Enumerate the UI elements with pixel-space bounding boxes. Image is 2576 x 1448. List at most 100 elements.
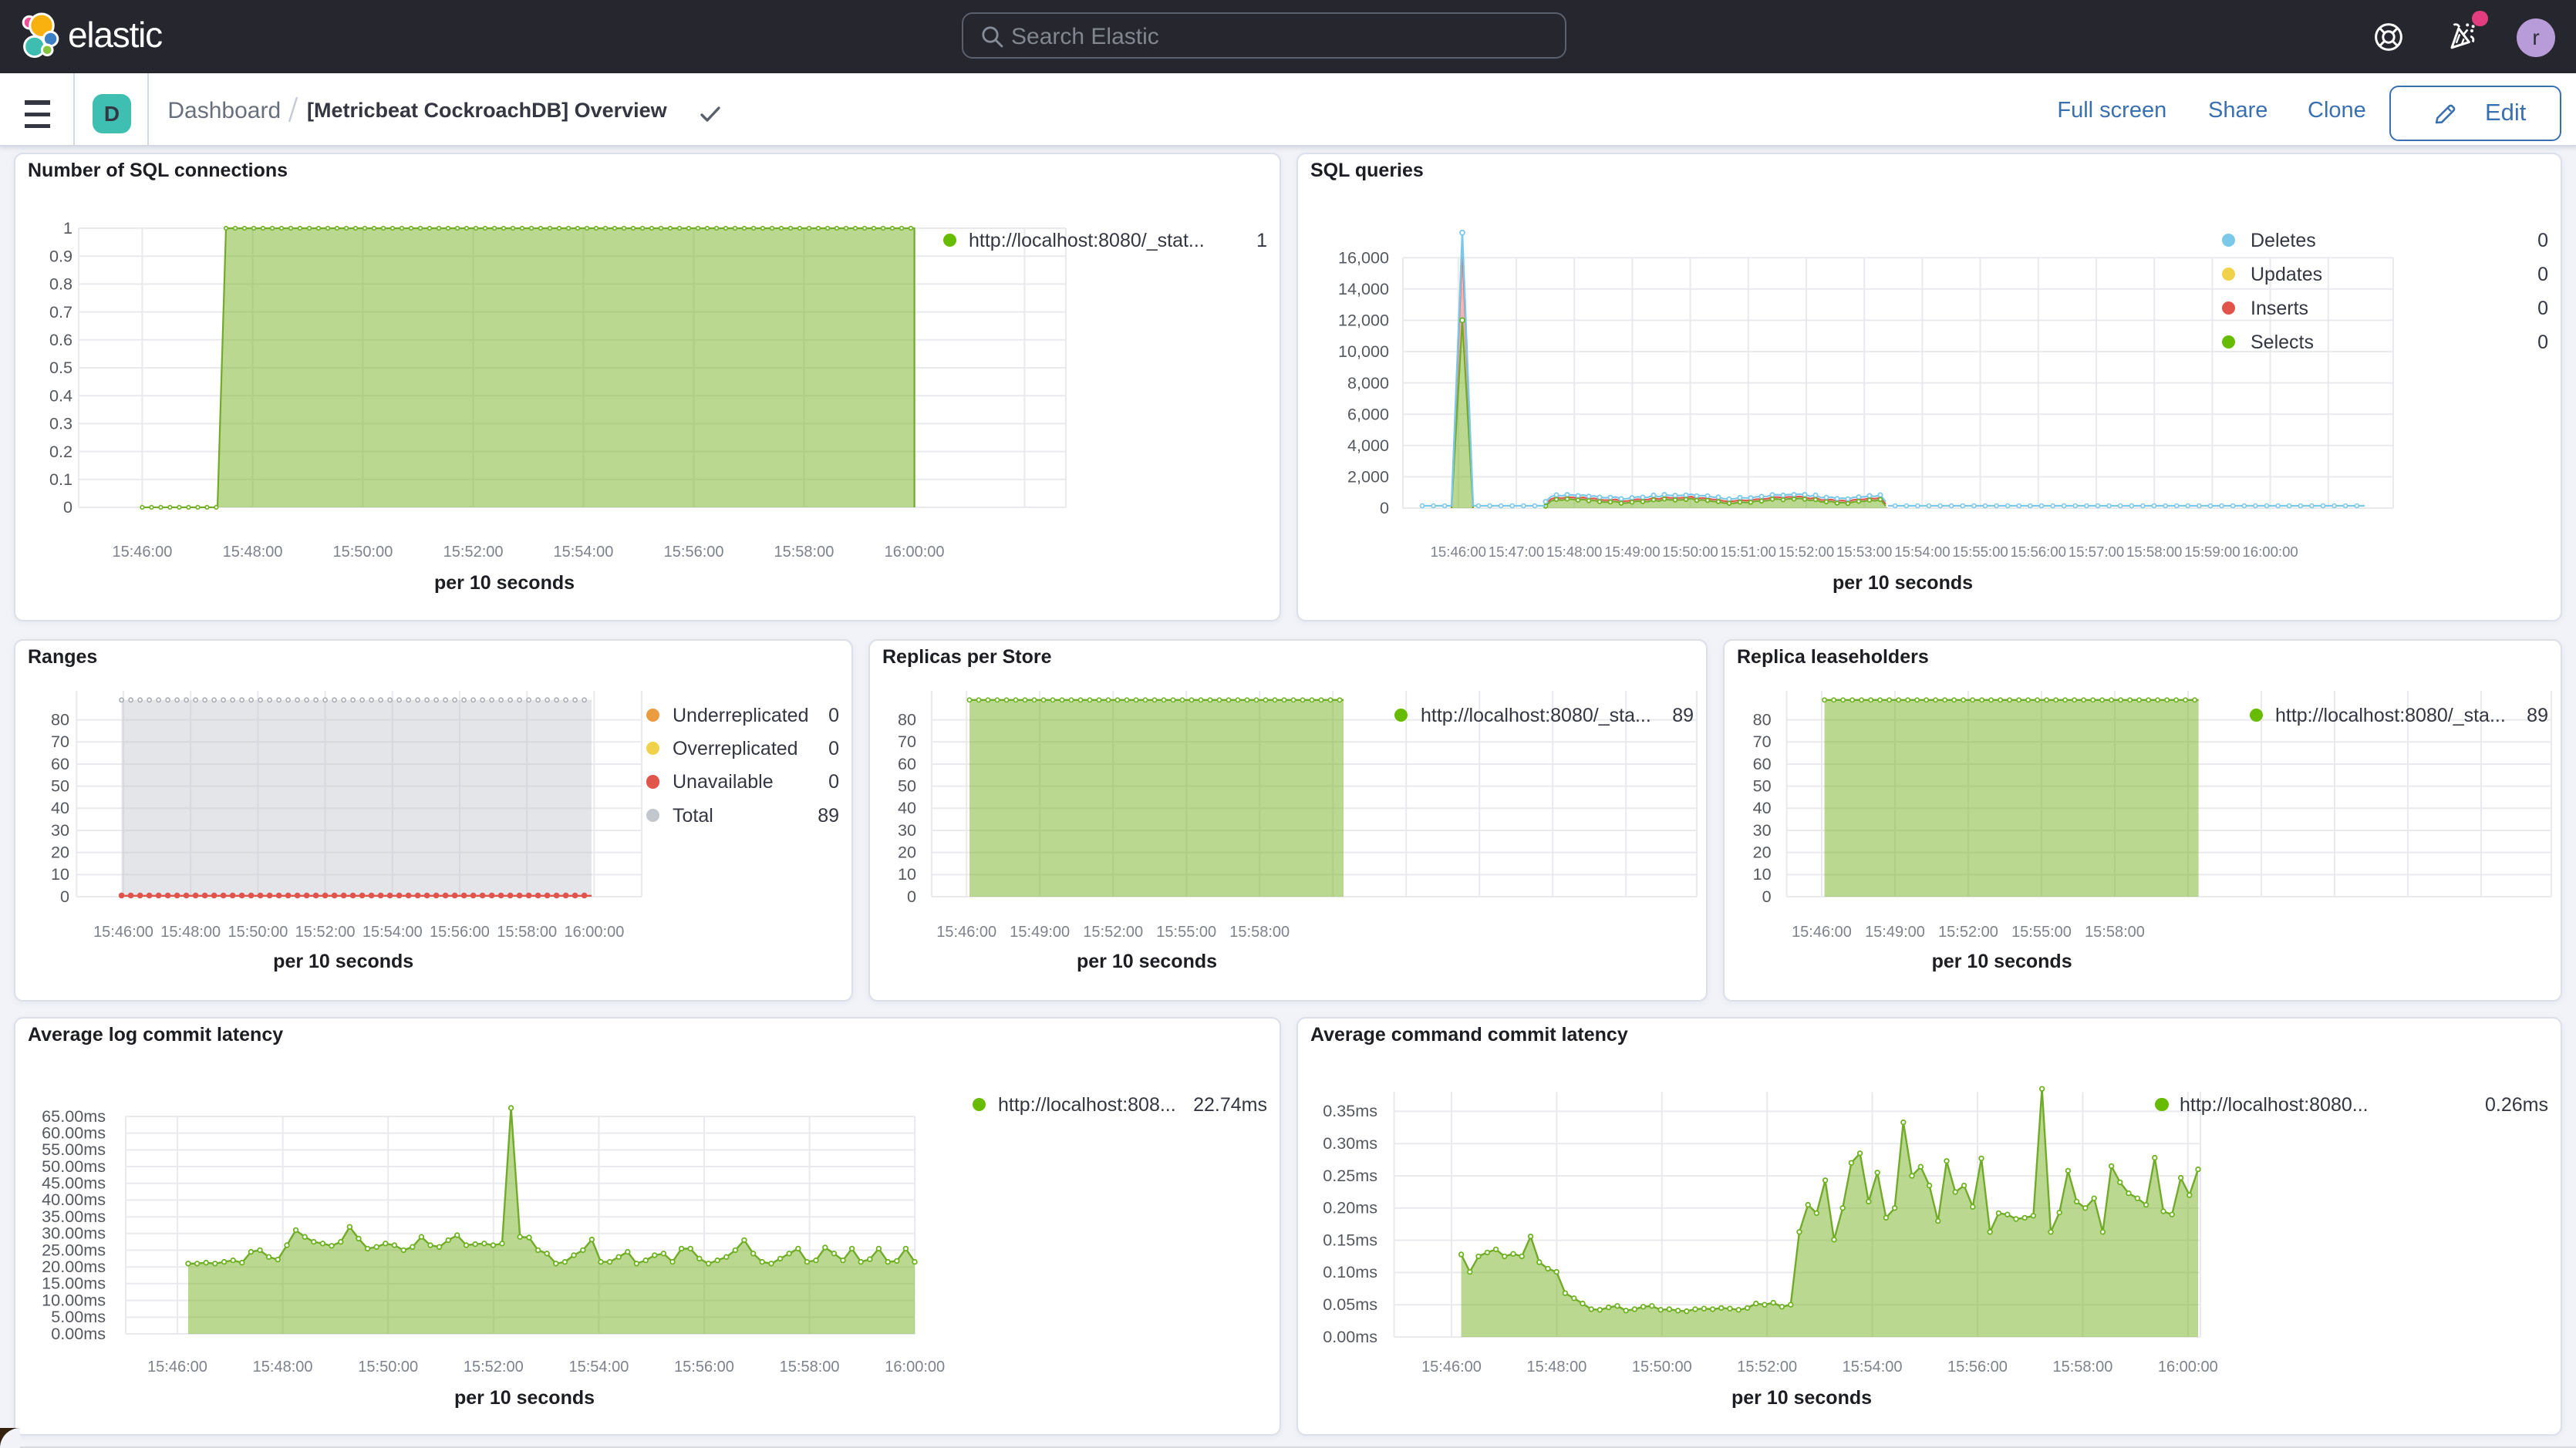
- svg-text:15:49:00: 15:49:00: [1865, 924, 1925, 941]
- svg-text:15:52:00: 15:52:00: [295, 924, 356, 941]
- svg-text:70: 70: [51, 732, 69, 751]
- svg-text:per 10 seconds: per 10 seconds: [1932, 951, 2072, 972]
- svg-text:0.4: 0.4: [49, 386, 72, 405]
- svg-text:35.00ms: 35.00ms: [42, 1207, 106, 1226]
- svg-text:40.00ms: 40.00ms: [42, 1190, 106, 1209]
- svg-text:15:54:00: 15:54:00: [568, 1359, 629, 1376]
- svg-text:15:54:00: 15:54:00: [553, 544, 613, 561]
- svg-text:0.15ms: 0.15ms: [1323, 1230, 1377, 1249]
- svg-text:15:58:00: 15:58:00: [2126, 544, 2182, 560]
- svg-text:45.00ms: 45.00ms: [42, 1174, 106, 1193]
- svg-text:20: 20: [51, 842, 69, 861]
- svg-text:5.00ms: 5.00ms: [51, 1307, 106, 1326]
- svg-text:15:50:00: 15:50:00: [1632, 1359, 1692, 1376]
- svg-text:15:46:00: 15:46:00: [1431, 544, 1486, 560]
- svg-text:0.10ms: 0.10ms: [1323, 1262, 1377, 1281]
- svg-text:15:54:00: 15:54:00: [362, 924, 423, 941]
- svg-text:15:52:00: 15:52:00: [443, 544, 504, 561]
- svg-text:15:52:00: 15:52:00: [1938, 924, 1998, 941]
- svg-text:50: 50: [1753, 776, 1772, 795]
- svg-text:10: 10: [898, 864, 916, 884]
- svg-text:15:52:00: 15:52:00: [1779, 544, 1834, 560]
- svg-text:0.00ms: 0.00ms: [1323, 1327, 1377, 1346]
- svg-text:15:54:00: 15:54:00: [1894, 544, 1950, 560]
- svg-text:15:46:00: 15:46:00: [147, 1359, 207, 1376]
- svg-text:65.00ms: 65.00ms: [42, 1106, 106, 1126]
- svg-text:15:50:00: 15:50:00: [332, 544, 393, 561]
- svg-text:15:46:00: 15:46:00: [1421, 1359, 1482, 1376]
- svg-text:30: 30: [898, 820, 916, 840]
- svg-text:15:56:00: 15:56:00: [674, 1359, 734, 1376]
- svg-text:16:00:00: 16:00:00: [885, 544, 945, 561]
- svg-text:15:58:00: 15:58:00: [497, 924, 557, 941]
- svg-text:15:57:00: 15:57:00: [2069, 544, 2124, 560]
- svg-text:15:50:00: 15:50:00: [1662, 544, 1718, 560]
- svg-text:0.2: 0.2: [49, 442, 72, 461]
- svg-text:0: 0: [1380, 498, 1389, 517]
- svg-text:0.5: 0.5: [49, 358, 72, 377]
- svg-text:15:52:00: 15:52:00: [464, 1359, 524, 1376]
- svg-text:15:58:00: 15:58:00: [2085, 924, 2145, 941]
- svg-text:80: 80: [898, 709, 916, 729]
- svg-text:0.35ms: 0.35ms: [1323, 1101, 1377, 1120]
- svg-text:40: 40: [51, 798, 69, 817]
- svg-text:15:55:00: 15:55:00: [2011, 924, 2072, 941]
- svg-text:15:50:00: 15:50:00: [358, 1359, 418, 1376]
- svg-text:16:00:00: 16:00:00: [2242, 544, 2298, 560]
- svg-text:0: 0: [907, 887, 916, 906]
- svg-text:15:49:00: 15:49:00: [1010, 924, 1070, 941]
- svg-text:60: 60: [51, 754, 69, 773]
- svg-text:15:55:00: 15:55:00: [1156, 924, 1216, 941]
- svg-text:0.25ms: 0.25ms: [1323, 1166, 1377, 1185]
- svg-text:0.1: 0.1: [49, 470, 72, 489]
- svg-text:15:51:00: 15:51:00: [1721, 544, 1776, 560]
- svg-text:0.8: 0.8: [49, 274, 72, 294]
- svg-text:25.00ms: 25.00ms: [42, 1240, 106, 1259]
- svg-text:15:52:00: 15:52:00: [1737, 1359, 1797, 1376]
- svg-text:0: 0: [1762, 887, 1772, 906]
- svg-text:per 10 seconds: per 10 seconds: [273, 951, 413, 972]
- svg-text:15:56:00: 15:56:00: [2011, 544, 2066, 560]
- svg-text:15:59:00: 15:59:00: [2184, 544, 2240, 560]
- svg-text:15:58:00: 15:58:00: [780, 1359, 840, 1376]
- svg-text:15:56:00: 15:56:00: [1947, 1359, 2008, 1376]
- svg-text:15:58:00: 15:58:00: [774, 544, 834, 561]
- svg-text:15:48:00: 15:48:00: [1546, 544, 1602, 560]
- svg-text:60: 60: [898, 754, 916, 773]
- svg-text:0: 0: [60, 887, 69, 906]
- svg-text:15:48:00: 15:48:00: [160, 924, 221, 941]
- svg-text:50: 50: [51, 776, 69, 795]
- svg-text:1: 1: [63, 218, 72, 237]
- svg-text:15:48:00: 15:48:00: [223, 544, 283, 561]
- svg-text:15:58:00: 15:58:00: [2052, 1359, 2112, 1376]
- svg-text:30: 30: [1753, 820, 1772, 840]
- svg-text:4,000: 4,000: [1347, 436, 1389, 455]
- svg-text:15:48:00: 15:48:00: [1526, 1359, 1586, 1376]
- svg-text:15:54:00: 15:54:00: [1843, 1359, 1903, 1376]
- svg-text:16,000: 16,000: [1338, 248, 1389, 267]
- svg-text:2,000: 2,000: [1347, 467, 1389, 487]
- svg-text:14,000: 14,000: [1338, 279, 1389, 298]
- svg-text:10,000: 10,000: [1338, 342, 1389, 361]
- svg-text:6,000: 6,000: [1347, 404, 1389, 423]
- svg-text:30.00ms: 30.00ms: [42, 1224, 106, 1243]
- svg-text:16:00:00: 16:00:00: [885, 1359, 945, 1376]
- svg-text:per 10 seconds: per 10 seconds: [1731, 1387, 1872, 1409]
- svg-text:per 10 seconds: per 10 seconds: [434, 572, 575, 594]
- svg-text:15:46:00: 15:46:00: [936, 924, 996, 941]
- svg-text:0.30ms: 0.30ms: [1323, 1133, 1377, 1153]
- svg-text:15:46:00: 15:46:00: [1792, 924, 1852, 941]
- svg-text:16:00:00: 16:00:00: [2158, 1359, 2218, 1376]
- svg-text:15:53:00: 15:53:00: [1836, 544, 1892, 560]
- svg-text:0: 0: [63, 497, 72, 517]
- svg-text:20: 20: [1753, 842, 1772, 861]
- svg-text:80: 80: [51, 709, 69, 729]
- svg-text:0.9: 0.9: [49, 246, 72, 265]
- svg-text:12,000: 12,000: [1338, 311, 1389, 330]
- svg-text:0.05ms: 0.05ms: [1323, 1295, 1377, 1314]
- svg-text:15:52:00: 15:52:00: [1083, 924, 1143, 941]
- svg-text:15:58:00: 15:58:00: [1229, 924, 1290, 941]
- svg-text:55.00ms: 55.00ms: [42, 1140, 106, 1159]
- svg-text:15:49:00: 15:49:00: [1604, 544, 1660, 560]
- svg-text:40: 40: [1753, 798, 1772, 817]
